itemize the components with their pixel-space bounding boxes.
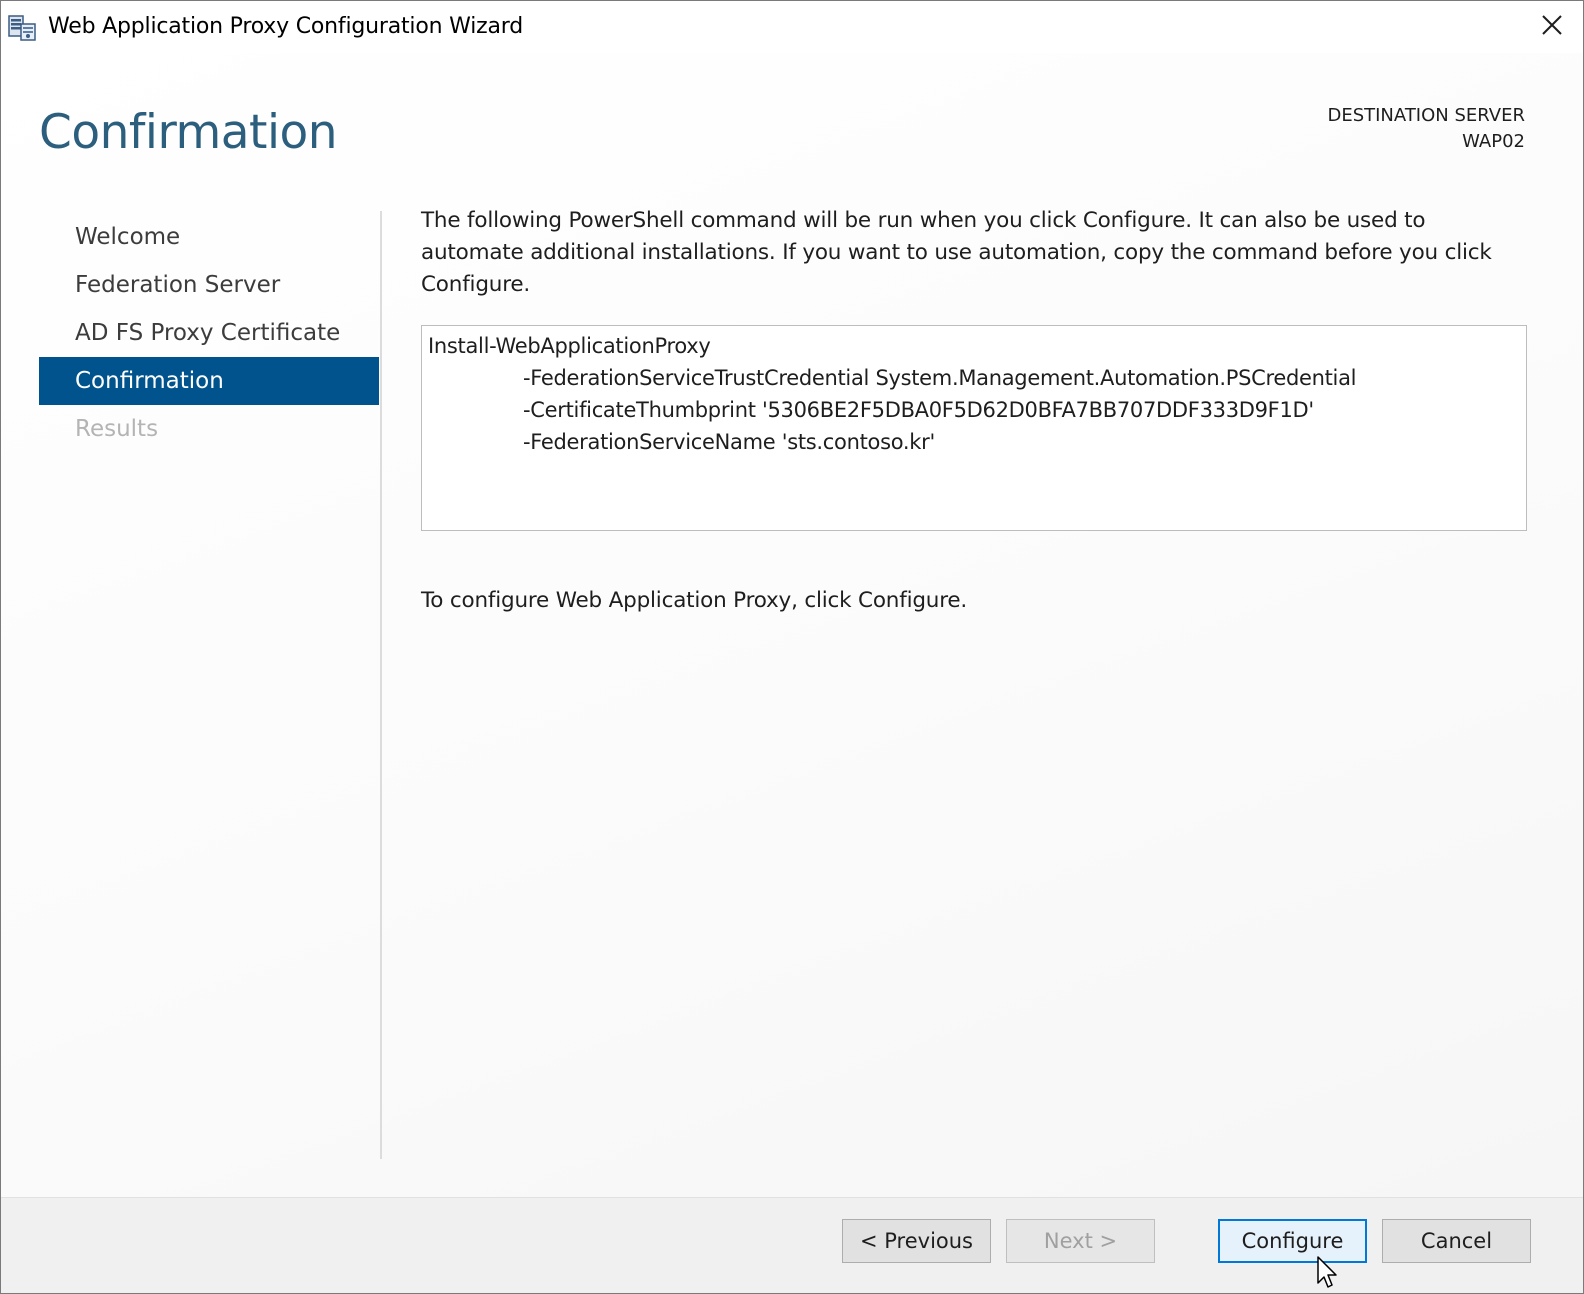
server-manager-icon: [6, 13, 38, 43]
cancel-button[interactable]: Cancel: [1382, 1219, 1531, 1263]
step-adfs-proxy-certificate[interactable]: AD FS Proxy Certificate: [39, 309, 379, 357]
previous-button[interactable]: < Previous: [842, 1219, 991, 1263]
command-line: -FederationServiceTrustCredential System…: [523, 366, 1357, 390]
configure-button[interactable]: Configure: [1218, 1219, 1367, 1263]
wizard-steps-nav: Welcome Federation Server AD FS Proxy Ce…: [39, 213, 379, 453]
wizard-window: Web Application Proxy Configuration Wiza…: [0, 0, 1584, 1294]
button-bar: < Previous Next > Configure Cancel: [1, 1197, 1583, 1293]
command-line: Install-WebApplicationProxy: [428, 334, 711, 358]
next-button: Next >: [1006, 1219, 1155, 1263]
step-welcome[interactable]: Welcome: [39, 213, 379, 261]
main-panel: The following PowerShell command will be…: [421, 205, 1533, 613]
page-title: Confirmation: [39, 105, 338, 160]
destination-server-value: WAP02: [1462, 131, 1525, 152]
destination-server-label: DESTINATION SERVER: [1327, 105, 1525, 126]
destination-server: DESTINATION SERVER WAP02: [1327, 103, 1525, 155]
command-line: -FederationServiceName 'sts.contoso.kr': [523, 430, 935, 454]
configure-instruction: To configure Web Application Proxy, clic…: [421, 588, 968, 613]
title-bar: Web Application Proxy Configuration Wiza…: [1, 1, 1583, 53]
step-results: Results: [75, 416, 159, 442]
wizard-content: Confirmation DESTINATION SERVER WAP02 We…: [1, 53, 1583, 1209]
command-line: -CertificateThumbprint '5306BE2F5DBA0F5D…: [523, 398, 1314, 422]
close-icon: [1541, 14, 1563, 40]
step-confirmation[interactable]: Confirmation: [39, 357, 379, 405]
close-button[interactable]: [1521, 1, 1583, 53]
sidebar-divider: [380, 211, 382, 1159]
step-federation-server[interactable]: Federation Server: [39, 261, 379, 309]
intro-text: The following PowerShell command will be…: [421, 208, 1492, 297]
powershell-command-box[interactable]: Install-WebApplicationProxy -FederationS…: [421, 325, 1527, 531]
window-title: Web Application Proxy Configuration Wiza…: [48, 14, 523, 39]
